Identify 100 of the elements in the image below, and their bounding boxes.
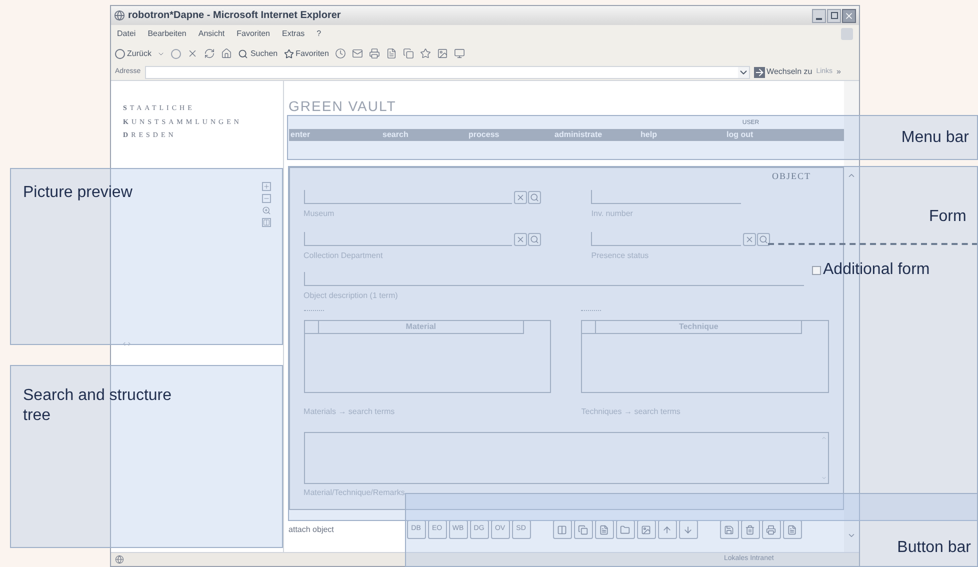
search-icon xyxy=(530,192,540,202)
tool-icon xyxy=(724,524,734,534)
annotation-label: Additional form xyxy=(823,262,930,278)
field-label: Presence status xyxy=(591,250,650,262)
field-label: Collection Department xyxy=(304,250,384,262)
dropdown-icon[interactable] xyxy=(738,66,749,78)
mail-icon[interactable] xyxy=(352,48,363,59)
menu-item[interactable]: Bearbeiten xyxy=(148,28,186,40)
tool-icon xyxy=(620,524,630,534)
close-icon xyxy=(516,192,526,202)
star-icon[interactable] xyxy=(420,48,431,59)
annotation-label: Form xyxy=(929,207,966,227)
search-icon xyxy=(530,234,540,244)
tool-icon xyxy=(599,524,610,534)
print-icon[interactable] xyxy=(368,48,380,59)
nav-item[interactable]: enter xyxy=(290,129,383,141)
tool-icon xyxy=(745,524,756,534)
nav-item[interactable]: log out xyxy=(726,129,813,141)
input-field[interactable] xyxy=(304,190,512,204)
menu-item[interactable]: Datei xyxy=(117,28,136,40)
clear-button[interactable] xyxy=(743,232,756,246)
edit-icon[interactable] xyxy=(386,48,397,59)
column-header[interactable]: Material xyxy=(318,320,524,332)
maximize-button[interactable] xyxy=(827,8,841,22)
tool-icon xyxy=(662,524,672,534)
nav-item[interactable]: help xyxy=(640,129,727,141)
star-icon xyxy=(284,48,294,58)
input-field[interactable] xyxy=(591,232,742,246)
zoom-out-icon[interactable] xyxy=(262,194,271,202)
refresh-icon[interactable] xyxy=(204,48,216,59)
forward-icon[interactable] xyxy=(171,48,182,58)
tool-button[interactable] xyxy=(740,520,760,539)
copy-icon[interactable] xyxy=(402,48,414,59)
tool-icon xyxy=(557,524,568,534)
image-icon[interactable] xyxy=(436,48,448,59)
tool-button[interactable] xyxy=(636,520,656,539)
form-title: OBJECT xyxy=(772,170,812,183)
more-links[interactable]: » xyxy=(836,66,841,78)
annotation-label: Search and structure tree xyxy=(23,386,173,426)
field-label: Inv. number xyxy=(591,208,634,220)
minimize-button[interactable] xyxy=(812,8,826,22)
tool-icon xyxy=(683,524,694,534)
menu-item[interactable]: Favoriten xyxy=(236,28,270,40)
favorites-button[interactable]: Favoriten xyxy=(284,48,329,60)
input-field[interactable] xyxy=(304,272,804,286)
window-title: robotron*Dapne - Microsoft Internet Explorer xyxy=(128,9,341,23)
tool-button[interactable] xyxy=(762,520,781,539)
menu-item[interactable]: Ansicht xyxy=(198,28,225,40)
zoom-in-icon[interactable] xyxy=(262,182,271,190)
search-icon xyxy=(759,234,768,244)
tool-icon xyxy=(787,524,798,534)
page-title: GREEN VAULT xyxy=(288,99,398,113)
go-button[interactable]: Wechseln zu xyxy=(754,66,812,78)
clear-button[interactable] xyxy=(514,190,528,204)
clear-button[interactable] xyxy=(514,232,528,246)
close-icon xyxy=(844,10,854,20)
scroll-up-icon[interactable] xyxy=(847,171,856,180)
menu-item[interactable]: ? xyxy=(316,28,322,40)
annotation-label: Picture preview xyxy=(23,183,132,203)
annotation-label: Menu bar xyxy=(901,128,969,148)
close-icon xyxy=(516,234,526,244)
close-button[interactable] xyxy=(842,8,856,22)
tool-button[interactable] xyxy=(782,520,802,539)
column-header[interactable]: Technique xyxy=(596,320,802,332)
tool-icon xyxy=(766,524,776,534)
tool-button[interactable] xyxy=(574,520,593,539)
nav-item[interactable]: process xyxy=(468,129,555,141)
tool-button[interactable] xyxy=(720,520,739,539)
tool-button[interactable] xyxy=(678,520,698,539)
field-label: Object description (1 term) xyxy=(304,290,399,302)
home-icon[interactable] xyxy=(221,48,232,59)
tool-icon xyxy=(578,524,588,534)
search-button[interactable]: Suchen xyxy=(238,48,278,60)
scroll-down-icon[interactable] xyxy=(847,531,856,540)
tool-button[interactable] xyxy=(658,520,677,539)
tool-button[interactable] xyxy=(552,520,572,539)
tool-button[interactable] xyxy=(616,520,635,539)
page-icon xyxy=(115,555,124,564)
input-field[interactable] xyxy=(304,232,512,246)
magnifier-icon[interactable] xyxy=(262,206,271,214)
view-icon[interactable] xyxy=(262,218,271,226)
address-field[interactable] xyxy=(144,66,750,78)
back-button[interactable]: Zurück xyxy=(115,48,152,60)
stop-icon[interactable] xyxy=(187,48,198,59)
close-icon xyxy=(745,234,754,244)
search-button[interactable] xyxy=(757,232,770,246)
field-label: Museum xyxy=(304,208,336,220)
search-button[interactable] xyxy=(528,232,542,246)
history-icon[interactable] xyxy=(334,48,346,59)
menu-item[interactable]: Extras xyxy=(282,28,305,40)
tool-button[interactable] xyxy=(594,520,614,539)
search-button[interactable] xyxy=(528,190,542,204)
field-label: Materials → search terms xyxy=(304,406,396,418)
input-field[interactable] xyxy=(591,190,742,204)
nav-item[interactable]: search xyxy=(382,129,469,141)
monitor-icon[interactable] xyxy=(454,48,465,59)
attach-object-link[interactable]: attach object xyxy=(288,524,407,536)
annotation-label: Button bar xyxy=(897,538,971,558)
nav-item[interactable]: administrate xyxy=(554,129,641,141)
tool-icon xyxy=(641,524,652,534)
